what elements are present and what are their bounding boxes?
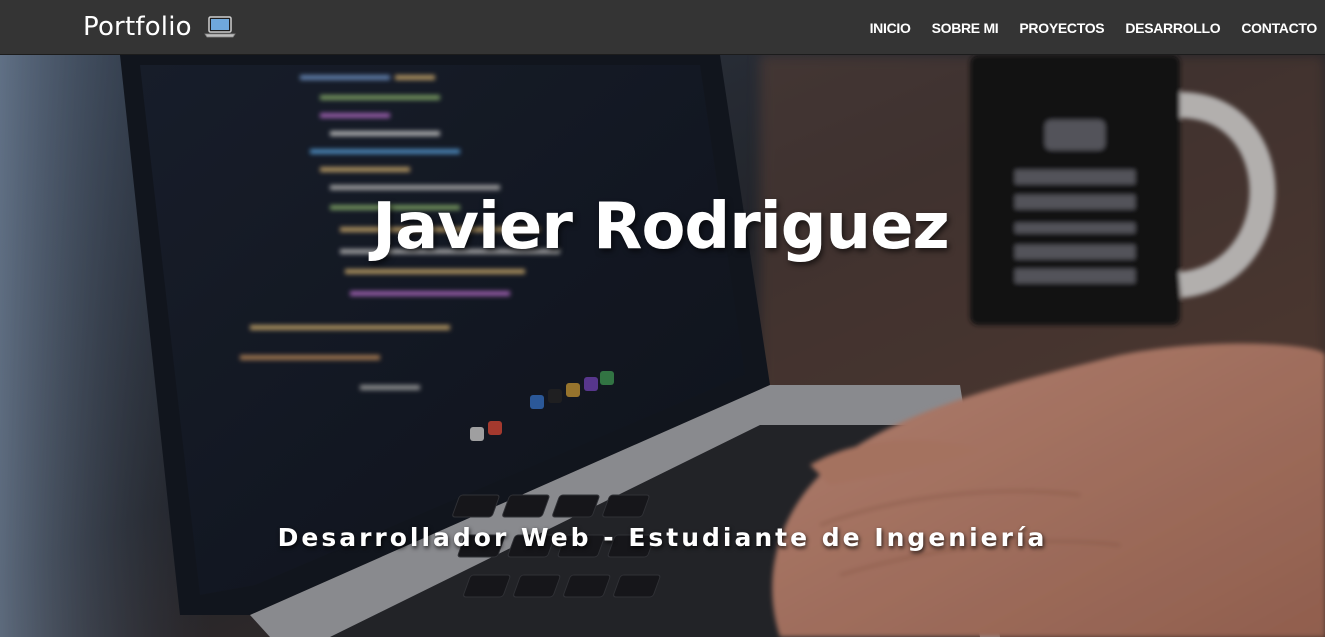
navbar: Portfolio INICIO SOBRE MI PROYECTOS DESA… — [0, 0, 1325, 55]
nav-link-sobre-mi[interactable]: SOBRE MI — [932, 20, 999, 36]
hero-subtitle: Desarrollador Web - Estudiante de Ingeni… — [277, 523, 1048, 552]
hero-title: Javier Rodriguez — [372, 189, 950, 264]
brand-link[interactable]: Portfolio — [83, 12, 236, 42]
nav-link-contacto[interactable]: CONTACTO — [1241, 20, 1317, 36]
nav-link-desarrollo[interactable]: DESARROLLO — [1125, 20, 1220, 36]
hero-section: Javier Rodriguez Desarrollador Web - Est… — [0, 55, 1325, 637]
laptop-icon — [204, 16, 236, 38]
nav-link-inicio[interactable]: INICIO — [870, 20, 911, 36]
brand-label: Portfolio — [83, 12, 192, 42]
nav-link-proyectos[interactable]: PROYECTOS — [1019, 20, 1104, 36]
nav-links: INICIO SOBRE MI PROYECTOS DESARROLLO CON… — [870, 0, 1318, 55]
